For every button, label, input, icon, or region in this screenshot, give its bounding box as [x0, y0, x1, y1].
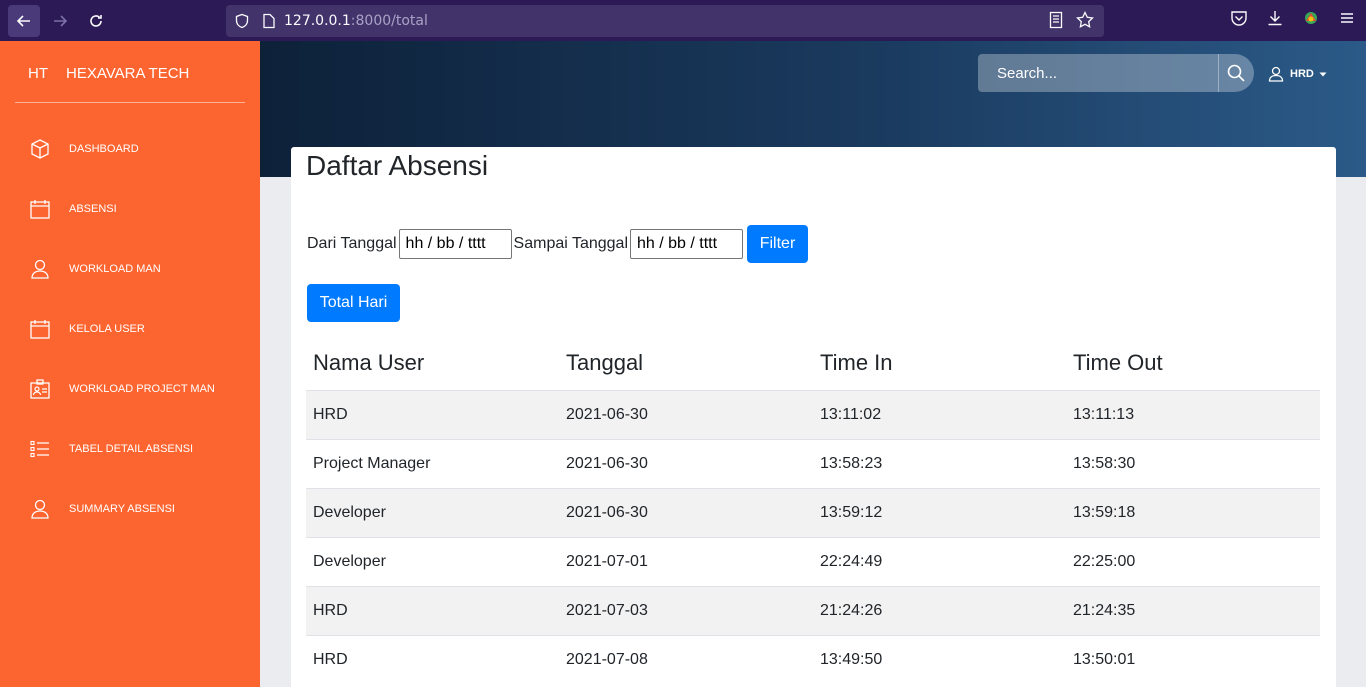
- table-cell: 2021-06-30: [559, 438, 813, 488]
- sidebar-item-label: WORKLOAD PROJECT MAN: [69, 383, 215, 395]
- table-cell: 13:50:01: [1066, 634, 1320, 684]
- brand-name: HEXAVARA TECH: [66, 65, 190, 82]
- table-row: HRD 2021-06-30 13:11:02 13:11:13: [306, 389, 1320, 439]
- search-icon: [1227, 64, 1245, 82]
- from-date-label: Dari Tanggal: [307, 235, 397, 252]
- from-date-input[interactable]: hh / bb / tttt: [398, 229, 512, 259]
- filter-button[interactable]: Filter: [747, 225, 808, 263]
- calendar-icon: [28, 317, 52, 341]
- table-cell: 2021-07-08: [559, 634, 813, 684]
- table-cell: 21:24:35: [1066, 585, 1320, 635]
- url-bar[interactable]: 127.0.0.1:8000/total: [226, 5, 1104, 37]
- arrow-right-icon: [54, 14, 68, 27]
- table-cell: HRD: [306, 389, 559, 439]
- sidebar-item-label: WORKLOAD MAN: [69, 263, 161, 275]
- table-cell: 13:49:50: [813, 634, 1066, 684]
- table-cell: 22:25:00: [1066, 536, 1320, 586]
- table-header-row: Nama User Tanggal Time In Time Out: [306, 337, 1320, 391]
- table-cell: 13:58:30: [1066, 438, 1320, 488]
- table-cell: 2021-06-30: [559, 487, 813, 537]
- sidebar-item-absensi[interactable]: ABSENSI: [28, 197, 117, 221]
- user-icon: [1268, 66, 1284, 82]
- column-header: Time In: [813, 337, 1066, 391]
- table-cell: 13:11:13: [1066, 389, 1320, 439]
- page-icon: [263, 13, 275, 29]
- table-cell: 2021-07-01: [559, 536, 813, 586]
- table-cell: 13:59:18: [1066, 487, 1320, 537]
- page-title: Daftar Absensi: [306, 150, 489, 181]
- sidebar-item-kelola-user[interactable]: KELOLA USER: [28, 317, 145, 341]
- sidebar-item-label: ABSENSI: [69, 203, 117, 215]
- brand[interactable]: HT HEXAVARA TECH: [28, 65, 189, 82]
- extension-icon[interactable]: [1302, 9, 1320, 27]
- bookmark-star-icon[interactable]: [1076, 11, 1094, 29]
- attendance-card: Daftar Absensi Dari Tanggal hh / bb / tt…: [291, 147, 1336, 687]
- table-cell: 2021-07-03: [559, 585, 813, 635]
- table-cell: HRD: [306, 634, 559, 684]
- table-row: HRD 2021-07-03 21:24:26 21:24:35: [306, 585, 1320, 635]
- total-days-button[interactable]: Total Hari: [307, 284, 400, 322]
- column-header: Nama User: [306, 337, 559, 391]
- user-icon: [28, 257, 52, 281]
- search-bar: [978, 54, 1254, 92]
- search-button[interactable]: [1218, 54, 1254, 92]
- column-header: Tanggal: [559, 337, 813, 391]
- arrow-left-icon: [16, 14, 30, 27]
- table-cell: 2021-06-30: [559, 389, 813, 439]
- menu-icon[interactable]: [1338, 9, 1356, 27]
- table-cell: 13:59:12: [813, 487, 1066, 537]
- download-icon[interactable]: [1266, 9, 1284, 27]
- list-icon: [28, 437, 52, 461]
- column-header: Time Out: [1066, 337, 1320, 391]
- table-cell: 13:58:23: [813, 438, 1066, 488]
- attendance-table: Nama User Tanggal Time In Time Out HRD 2…: [306, 337, 1320, 684]
- table-cell: Developer: [306, 487, 559, 537]
- divider: [15, 102, 245, 103]
- sidebar-item-dashboard[interactable]: DASHBOARD: [28, 137, 139, 161]
- table-cell: 21:24:26: [813, 585, 1066, 635]
- back-button[interactable]: [8, 4, 40, 37]
- calendar-icon: [28, 197, 52, 221]
- table-cell: Project Manager: [306, 438, 559, 488]
- reader-view-icon[interactable]: [1048, 11, 1064, 29]
- table-cell: Developer: [306, 536, 559, 586]
- table-row: Project Manager 2021-06-30 13:58:23 13:5…: [306, 438, 1320, 488]
- to-date-label: Sampai Tanggal: [513, 235, 628, 252]
- reload-button[interactable]: [80, 5, 112, 37]
- user-name: HRD: [1290, 68, 1314, 80]
- table-cell: 22:24:49: [813, 536, 1066, 586]
- browser-toolbar: 127.0.0.1:8000/total: [0, 0, 1366, 41]
- forward-button[interactable]: [44, 5, 76, 37]
- id-badge-icon: [28, 377, 52, 401]
- sidebar-item-label: KELOLA USER: [69, 323, 145, 335]
- table-cell: 13:11:02: [813, 389, 1066, 439]
- sidebar-item-label: DASHBOARD: [69, 143, 139, 155]
- table-row: Developer 2021-07-01 22:24:49 22:25:00: [306, 536, 1320, 586]
- cube-icon: [28, 137, 52, 161]
- caret-down-icon: [1319, 72, 1327, 77]
- table-cell: HRD: [306, 585, 559, 635]
- date-filter: Dari Tanggal hh / bb / tttt Sampai Tangg…: [307, 225, 808, 263]
- user-icon: [28, 497, 52, 521]
- brand-short: HT: [28, 65, 48, 82]
- sidebar-item-tabel-detail-absensi[interactable]: TABEL DETAIL ABSENSI: [28, 437, 193, 461]
- search-input[interactable]: [978, 64, 1214, 82]
- sidebar-item-workload-project-man[interactable]: WORKLOAD PROJECT MAN: [28, 377, 215, 401]
- sidebar-item-label: SUMMARY ABSENSI: [69, 503, 175, 515]
- to-date-input[interactable]: hh / bb / tttt: [630, 229, 743, 259]
- table-row: HRD 2021-07-08 13:49:50 13:50:01: [306, 634, 1320, 684]
- sidebar-item-label: TABEL DETAIL ABSENSI: [69, 443, 194, 455]
- pocket-icon[interactable]: [1230, 9, 1248, 27]
- url-text[interactable]: 127.0.0.1:8000/total: [284, 13, 428, 29]
- sidebar-item-workload-man[interactable]: WORKLOAD MAN: [28, 257, 161, 281]
- reload-icon: [90, 14, 102, 27]
- sidebar-item-summary-absensi[interactable]: SUMMARY ABSENSI: [28, 497, 175, 521]
- user-menu[interactable]: HRD: [1268, 66, 1328, 82]
- shield-icon[interactable]: [234, 13, 250, 29]
- sidebar: HT HEXAVARA TECH DASHBOARD ABSENSI WORKL…: [0, 41, 260, 687]
- table-row: Developer 2021-06-30 13:59:12 13:59:18: [306, 487, 1320, 537]
